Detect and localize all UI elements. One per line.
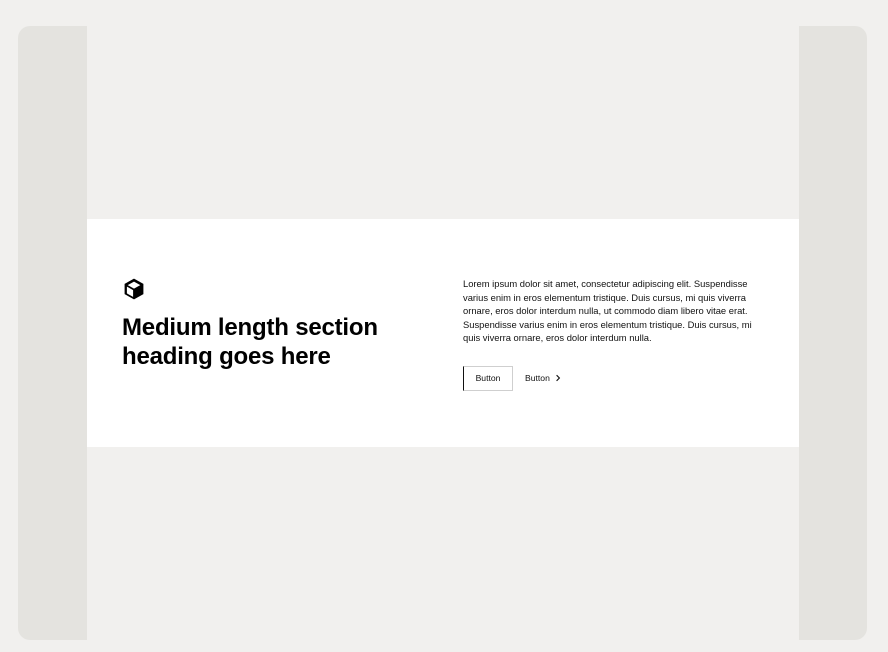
content-column: Lorem ipsum dolor sit amet, consectetur … — [463, 277, 753, 391]
section-heading: Medium length section heading goes here — [122, 314, 378, 370]
chevron-right-icon — [556, 375, 561, 382]
cube-icon — [124, 278, 144, 300]
page-canvas: Medium length section heading goes here … — [87, 26, 799, 640]
heading-column: Medium length section heading goes here — [122, 277, 422, 371]
link-button[interactable]: Button — [525, 366, 562, 391]
preview-frame: Medium length section heading goes here … — [18, 26, 867, 640]
link-button-label: Button — [525, 373, 550, 384]
section-body-text: Lorem ipsum dolor sit amet, consectetur … — [463, 278, 752, 344]
button-group: Button Button — [463, 365, 753, 391]
secondary-button[interactable]: Button — [463, 365, 513, 391]
header-section: Medium length section heading goes here … — [87, 219, 799, 447]
